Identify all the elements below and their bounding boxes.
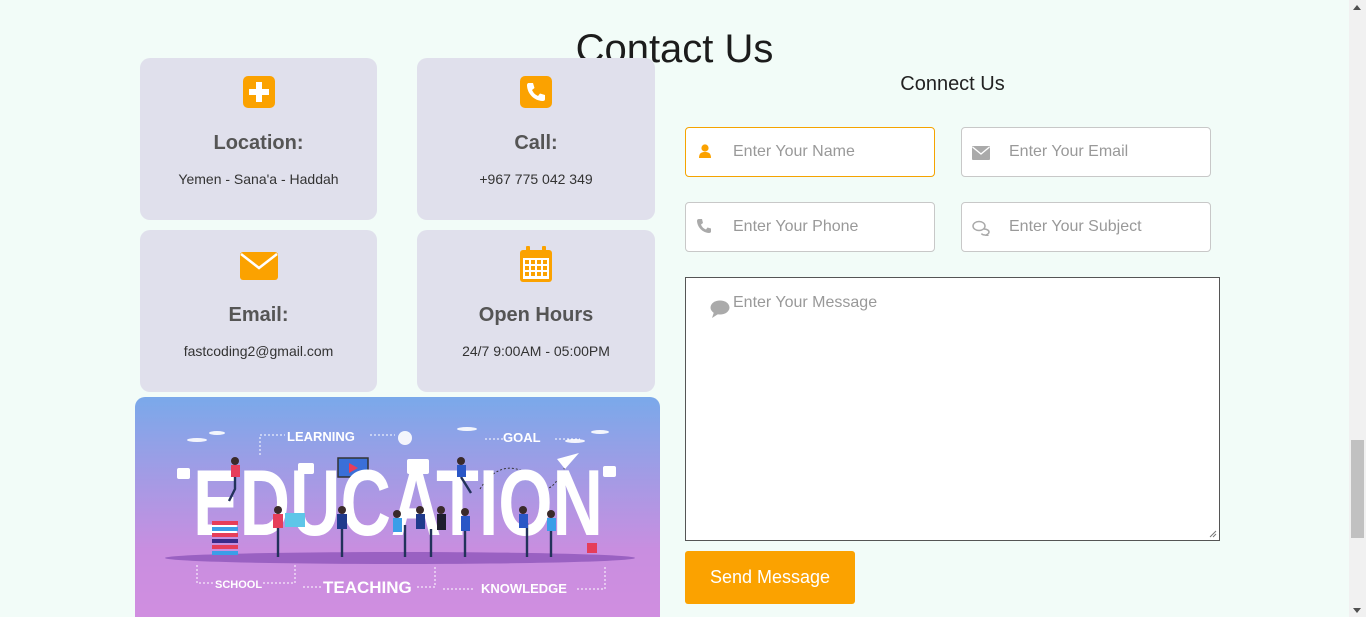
- learning-label: LEARNING: [287, 429, 355, 444]
- location-card: Location: Yemen - Sana'a - Haddah: [140, 58, 377, 220]
- phone-icon: [520, 76, 552, 108]
- plus-square-icon: [242, 76, 275, 108]
- envelope-icon: [239, 252, 278, 280]
- subject-field[interactable]: [961, 202, 1211, 252]
- form-heading: Connect Us: [900, 73, 1005, 95]
- scroll-up-arrow[interactable]: [1353, 5, 1361, 10]
- call-title: Call:: [514, 132, 558, 154]
- user-icon: [699, 144, 711, 158]
- phone-field[interactable]: [685, 202, 935, 252]
- education-word: EDUCATION: [193, 450, 603, 555]
- knowledge-label: KNOWLEDGE: [481, 581, 567, 596]
- email-title: Email:: [228, 304, 289, 326]
- message-field[interactable]: [685, 277, 1220, 541]
- envelope-icon: [972, 146, 990, 160]
- hours-text: 24/7 9:00AM - 05:00PM: [462, 343, 610, 359]
- education-illustration: EDUCATION LEARNING GOAL SCHOOL TEACHING …: [135, 397, 660, 617]
- call-text: +967 775 042 349: [479, 171, 593, 187]
- scroll-down-arrow[interactable]: [1353, 608, 1361, 613]
- calendar-icon: [520, 246, 552, 282]
- comments-icon: [972, 220, 990, 236]
- location-text: Yemen - Sana'a - Haddah: [178, 171, 339, 187]
- email-input[interactable]: [1009, 128, 1204, 176]
- email-text: fastcoding2@gmail.com: [183, 343, 334, 359]
- page-scrollbar[interactable]: [1349, 0, 1366, 617]
- subject-input[interactable]: [1009, 203, 1204, 251]
- comment-icon: [710, 300, 730, 318]
- location-title: Location:: [213, 132, 304, 154]
- message-input[interactable]: [733, 294, 1203, 524]
- hours-card: Open Hours 24/7 9:00AM - 05:00PM: [417, 230, 655, 392]
- name-field[interactable]: [685, 127, 935, 177]
- send-message-button[interactable]: Send Message: [685, 551, 855, 604]
- name-input[interactable]: [733, 128, 928, 176]
- teaching-label: TEACHING: [323, 578, 412, 597]
- email-card: Email: fastcoding2@gmail.com: [140, 230, 377, 392]
- hours-title: Open Hours: [478, 304, 594, 326]
- school-label: SCHOOL: [215, 579, 262, 591]
- phone-icon: [697, 219, 711, 233]
- goal-label: GOAL: [503, 430, 541, 445]
- resize-handle-icon[interactable]: [1209, 530, 1217, 538]
- call-card: Call: +967 775 042 349: [417, 58, 655, 220]
- scroll-thumb[interactable]: [1351, 440, 1364, 538]
- phone-input[interactable]: [733, 203, 928, 251]
- email-field[interactable]: [961, 127, 1211, 177]
